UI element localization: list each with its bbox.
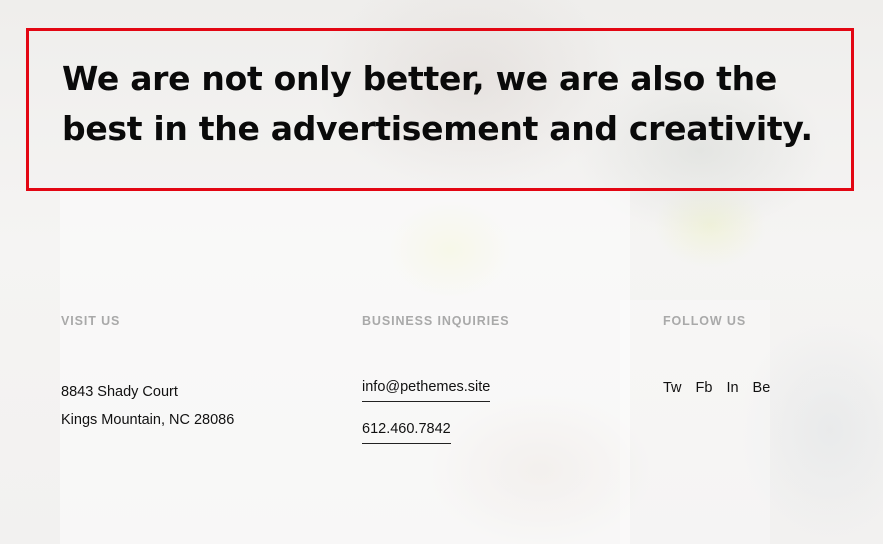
business-inquiries-section: BUSINESS INQUIRIES info@pethemes.site 61… <box>362 313 509 444</box>
address: 8843 Shady Court Kings Mountain, NC 2808… <box>61 378 234 434</box>
address-line-2: Kings Mountain, NC 28086 <box>61 412 235 428</box>
phone-link[interactable]: 612.460.7842 <box>362 419 451 444</box>
social-link-linkedin[interactable]: In <box>726 378 738 398</box>
visit-us-heading: VISIT US <box>61 314 121 328</box>
social-link-behance[interactable]: Be <box>753 378 771 398</box>
contact-links: info@pethemes.site 612.460.7842 <box>362 377 509 444</box>
address-line-1: 8843 Shady Court <box>61 384 178 400</box>
social-link-facebook[interactable]: Fb <box>696 378 713 398</box>
social-link-twitter[interactable]: Tw <box>663 378 682 398</box>
social-links: Tw Fb In Be <box>663 378 784 398</box>
follow-us-heading: FOLLOW US <box>663 314 747 328</box>
visit-us-section: VISIT US 8843 Shady Court Kings Mountain… <box>61 313 234 434</box>
email-link[interactable]: info@pethemes.site <box>362 377 491 402</box>
hero-heading: We are not only better, we are also the … <box>62 59 813 148</box>
business-inquiries-heading: BUSINESS INQUIRIES <box>362 314 510 328</box>
follow-us-section: FOLLOW US Tw Fb In Be <box>663 313 784 398</box>
